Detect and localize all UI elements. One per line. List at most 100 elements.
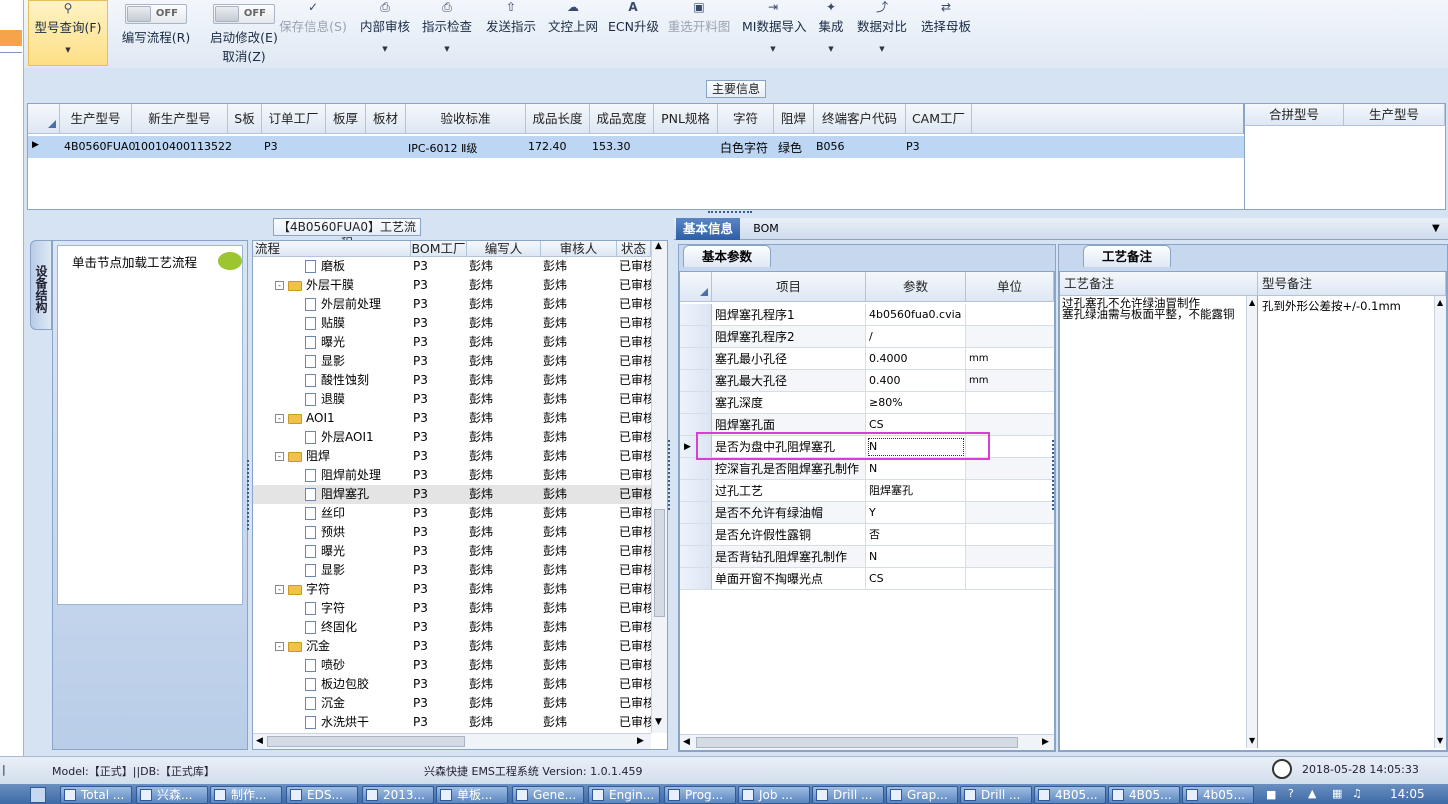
param-row[interactable]: 控深盲孔是否阻焊塞孔制作 N: [680, 458, 1054, 480]
notes-col-header[interactable]: 工艺备注: [1060, 272, 1258, 296]
scroll-thumb[interactable]: [654, 509, 665, 617]
cell[interactable]: 172.40: [528, 140, 567, 153]
flow-col-header[interactable]: 状态: [617, 241, 651, 257]
model-note-text[interactable]: 孔到外形公差按+/-0.1mm: [1262, 298, 1432, 338]
tree-row[interactable]: - AOI1 P3 彭炜 彭炜 已审核: [253, 409, 651, 428]
param-value-cell[interactable]: 阻焊塞孔: [866, 480, 966, 502]
horizontal-scrollbar[interactable]: ◀ ▶: [253, 733, 651, 749]
vertical-scrollbar[interactable]: ▲ ▼: [1434, 296, 1446, 748]
cell[interactable]: 4B0560FUA0: [64, 140, 135, 153]
tree-row[interactable]: 退膜 P3 彭炜 彭炜 已审核: [253, 390, 651, 409]
col-header[interactable]: 生产型号: [60, 104, 132, 134]
chevron-down-icon[interactable]: ▼: [814, 45, 848, 53]
cell[interactable]: B056: [816, 140, 845, 153]
side-col-header[interactable]: 生产型号: [1344, 104, 1445, 126]
save-info-button[interactable]: ✓ 保存信息(S): [278, 0, 348, 66]
tree-row[interactable]: 显影 P3 彭炜 彭炜 已审核: [253, 352, 651, 371]
chevron-down-icon[interactable]: ▼: [1432, 223, 1440, 234]
row-header[interactable]: [680, 326, 712, 348]
taskbar-item[interactable]: Job ...: [738, 786, 810, 804]
taskbar-item[interactable]: Drill ...: [960, 786, 1032, 804]
param-value-cell[interactable]: /: [866, 326, 966, 348]
tray-icon[interactable]: ■: [1266, 788, 1276, 801]
tree-row[interactable]: - 字符 P3 彭炜 彭炜 已审核: [253, 580, 651, 599]
row-header[interactable]: [680, 480, 712, 502]
taskbar-item[interactable]: Drill ...: [812, 786, 884, 804]
tree-row[interactable]: - 外层干膜 P3 彭炜 彭炜 已审核: [253, 276, 651, 295]
scroll-right-icon[interactable]: ▶: [1042, 737, 1049, 747]
col-header[interactable]: S板: [228, 104, 262, 134]
flow-col-header[interactable]: 审核人: [541, 241, 617, 257]
scroll-left-icon[interactable]: ◀: [256, 736, 263, 746]
chevron-down-icon[interactable]: ▼: [856, 45, 908, 53]
network-icon[interactable]: ▦: [1332, 787, 1342, 800]
cell[interactable]: P3: [264, 140, 278, 153]
integrate-button[interactable]: ✦ 集成 ▼: [814, 0, 848, 66]
tree-row[interactable]: - 沉金 P3 彭炜 彭炜 已审核: [253, 637, 651, 656]
ecn-upgrade-button[interactable]: A ECN升级: [608, 0, 659, 66]
vertical-scrollbar[interactable]: ▲ ▼: [651, 241, 667, 733]
taskbar-item[interactable]: Gene...: [512, 786, 584, 804]
taskbar-item[interactable]: Prog...: [664, 786, 736, 804]
tab-basic-info[interactable]: 基本信息: [676, 218, 740, 240]
tree-row[interactable]: 曝光 P3 彭炜 彭炜 已审核: [253, 333, 651, 352]
tree-row[interactable]: 板边包胶 P3 彭炜 彭炜 已审核: [253, 675, 651, 694]
col-header[interactable]: 板材: [366, 104, 406, 134]
horizontal-scrollbar[interactable]: ◀ ▶: [680, 734, 1054, 750]
col-header[interactable]: PNL规格: [654, 104, 718, 134]
tab-basic-params[interactable]: 基本参数: [683, 245, 771, 267]
doc-control-online-button[interactable]: ☁ 文控上网: [546, 0, 600, 66]
scroll-left-icon[interactable]: ◀: [683, 737, 690, 747]
splitter-handle[interactable]: [708, 211, 752, 215]
data-compare-button[interactable]: ⤴ 数据对比 ▼: [856, 0, 908, 66]
tree-row[interactable]: 喷砂 P3 彭炜 彭炜 已审核: [253, 656, 651, 675]
scroll-up-icon[interactable]: ▲: [1249, 298, 1255, 307]
param-value-cell[interactable]: 4b0560fua0.cvia: [866, 304, 966, 326]
col-header[interactable]: 终端客户代码: [814, 104, 906, 134]
tree-row[interactable]: 水洗烘干 P3 彭炜 彭炜 已审核: [253, 713, 651, 732]
param-row[interactable]: 塞孔最大孔径 0.400 mm: [680, 370, 1054, 392]
cell[interactable]: P3: [906, 140, 920, 153]
help-icon[interactable]: ?: [1288, 787, 1294, 800]
taskbar-item[interactable]: 2013...: [362, 786, 434, 804]
param-value-cell[interactable]: N: [866, 546, 966, 568]
edit-flow-toggle[interactable]: OFF 编写流程(R): [108, 0, 204, 66]
side-col-header[interactable]: 合拼型号: [1244, 104, 1344, 126]
tree-row[interactable]: 磨板 P3 彭炜 彭炜 已审核: [253, 257, 651, 276]
collapse-icon[interactable]: -: [275, 452, 284, 461]
param-row[interactable]: 阻焊塞孔程序2/: [680, 326, 1054, 348]
tree-row[interactable]: 外层AOI1 P3 彭炜 彭炜 已审核: [253, 428, 651, 447]
tree-row[interactable]: 字符 P3 彭炜 彭炜 已审核: [253, 599, 651, 618]
left-strip-marker[interactable]: [0, 30, 22, 46]
param-value-cell[interactable]: CS: [866, 568, 966, 590]
tree-row[interactable]: 阻焊塞孔 P3 彭炜 彭炜 已审核: [253, 485, 651, 504]
collapse-icon[interactable]: -: [275, 414, 284, 423]
internal-review-button[interactable]: ⎙ 内部审核 ▼: [358, 0, 412, 66]
col-header[interactable]: 验收标准: [406, 104, 526, 134]
tree-row[interactable]: 外层前处理 P3 彭炜 彭炜 已审核: [253, 295, 651, 314]
tree-row[interactable]: 阻焊前处理 P3 彭炜 彭炜 已审核: [253, 466, 651, 485]
row-header[interactable]: [680, 304, 712, 326]
start-modify-switch[interactable]: OFF: [213, 4, 275, 24]
row-header[interactable]: [680, 370, 712, 392]
tree-row[interactable]: 终固化 P3 彭炜 彭炜 已审核: [253, 618, 651, 637]
taskbar-item[interactable]: 制作...: [210, 786, 282, 804]
col-header[interactable]: 阻焊: [774, 104, 814, 134]
params-col-header[interactable]: 参数: [866, 272, 966, 302]
tree-row[interactable]: 贴膜 P3 彭炜 彭炜 已审核: [253, 314, 651, 333]
scroll-right-icon[interactable]: ▶: [637, 736, 644, 746]
tree-row[interactable]: 预烘 P3 彭炜 彭炜 已审核: [253, 523, 651, 542]
volume-icon[interactable]: ♫: [1352, 787, 1362, 800]
param-row[interactable]: 塞孔深度 ≥80%: [680, 392, 1054, 414]
col-header[interactable]: 成品长度: [526, 104, 590, 134]
col-header[interactable]: 订单工厂: [262, 104, 326, 134]
chevron-down-icon[interactable]: ▼: [29, 46, 107, 54]
send-instruction-button[interactable]: ⇧ 发送指示: [484, 0, 538, 66]
row-header[interactable]: [680, 348, 712, 370]
scroll-thumb[interactable]: [267, 736, 465, 747]
param-row[interactable]: 是否允许假性露铜否: [680, 524, 1054, 546]
chevron-down-icon[interactable]: ▼: [742, 45, 804, 53]
row-header[interactable]: [680, 502, 712, 524]
taskbar-item[interactable]: 4B05...: [1108, 786, 1180, 804]
collapse-icon[interactable]: -: [275, 281, 284, 290]
